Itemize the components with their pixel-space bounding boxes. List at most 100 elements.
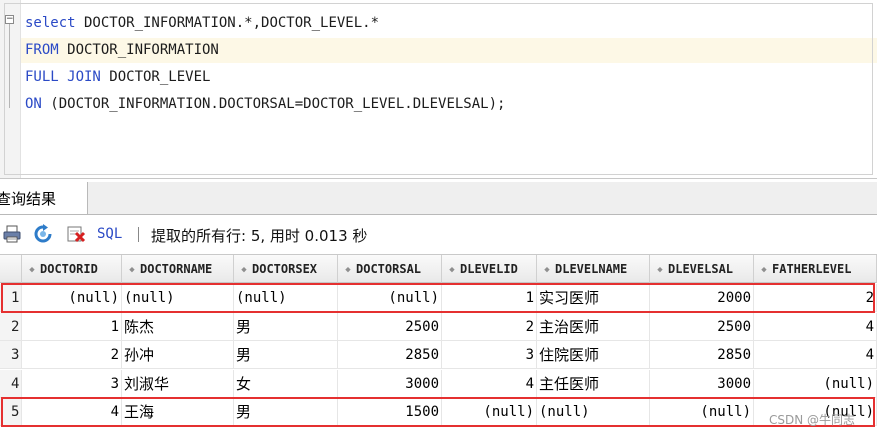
column-header-label: DOCTORSAL	[356, 262, 422, 276]
sort-icon[interactable]: ◆	[758, 256, 770, 282]
cell-doctorid[interactable]: (null)	[22, 284, 122, 312]
table-row[interactable]: 1 (null) (null) (null) (null) 1 实习医师 2000 2	[0, 284, 877, 312]
sql-editor[interactable]: − select DOCTOR_INFORMATION.*,DOCTOR_LEV…	[0, 0, 877, 179]
row-number[interactable]: 3	[0, 341, 22, 369]
code-line-4[interactable]: ON (DOCTOR_INFORMATION.DOCTORSAL=DOCTOR_…	[25, 92, 505, 116]
fetch-status-text: 提取的所有行: 5, 用时 0.013 秒	[151, 227, 368, 245]
sql-keyword: ON	[25, 96, 42, 112]
cell-doctorname[interactable]: 孙冲	[122, 341, 234, 369]
cell-dlevelname[interactable]: (null)	[537, 398, 650, 426]
column-header-label: DOCTORSEX	[252, 262, 318, 276]
cell-dlevelname[interactable]: 实习医师	[537, 284, 650, 312]
sort-icon[interactable]: ◆	[126, 256, 138, 282]
watermark: CSDN @牛同志	[768, 413, 855, 427]
cell-doctorid[interactable]: 2	[22, 341, 122, 369]
cell-doctorsex[interactable]: 男	[234, 341, 338, 369]
cell-dlevelname[interactable]: 主任医师	[537, 369, 650, 398]
row-number-header	[0, 255, 22, 283]
cell-dlevelid[interactable]: 3	[442, 341, 537, 369]
column-header-dlevelname[interactable]: ◆ DLEVELNAME	[537, 255, 650, 283]
column-header-dlevelsal[interactable]: ◆ DLEVELSAL	[650, 255, 754, 283]
column-header-fatherlevel[interactable]: ◆ FATHERLEVEL	[754, 255, 877, 283]
tab-query-results[interactable]: 查询结果	[0, 182, 88, 214]
column-header-label: DLEVELID	[460, 262, 518, 276]
cell-doctorsex[interactable]: 男	[234, 398, 338, 426]
row-number[interactable]: 2	[0, 312, 22, 341]
cell-doctorsex[interactable]: 男	[234, 312, 338, 341]
cell-fatherlevel[interactable]: 2	[754, 284, 877, 312]
table-row[interactable]: 3 2 孙冲男 2850 3 住院医师 2850 4	[0, 341, 877, 369]
sort-icon[interactable]: ◆	[342, 256, 354, 282]
table-row[interactable]: 4 3 刘淑华女 3000 4 主任医师 3000 (null)	[0, 369, 877, 398]
sql-keyword: select	[25, 15, 76, 31]
cell-doctorsal[interactable]: (null)	[338, 284, 442, 312]
cell-dlevelname[interactable]: 主治医师	[537, 312, 650, 341]
column-header-doctorid[interactable]: ◆ DOCTORID	[22, 255, 122, 283]
cell-fatherlevel[interactable]: (null)	[754, 369, 877, 398]
cell-dlevelsal[interactable]: 2500	[650, 312, 754, 341]
column-header-doctorsex[interactable]: ◆ DOCTORSEX	[234, 255, 338, 283]
cell-doctorname[interactable]: 刘淑华	[122, 369, 234, 398]
column-header-doctorname[interactable]: ◆ DOCTORNAME	[122, 255, 234, 283]
cell-doctorid[interactable]: 4	[22, 398, 122, 426]
toolbar-separator	[138, 227, 139, 242]
refresh-icon[interactable]	[33, 224, 53, 244]
cell-doctorid[interactable]: 1	[22, 312, 122, 341]
editor-gutter: −	[0, 0, 21, 178]
sql-button[interactable]: SQL	[97, 226, 122, 242]
result-tab-strip: 查询结果	[0, 182, 877, 215]
cell-dlevelid[interactable]: (null)	[442, 398, 537, 426]
cell-doctorname[interactable]: 陈杰	[122, 312, 234, 341]
table-row[interactable]: 5 4 王海男 1500 (null) (null) (null) (null)	[0, 398, 877, 426]
cell-doctorsex[interactable]: 女	[234, 369, 338, 398]
cell-doctorsal[interactable]: 2850	[338, 341, 442, 369]
column-header-label: FATHERLEVEL	[772, 262, 852, 276]
cell-dlevelid[interactable]: 2	[442, 312, 537, 341]
cell-doctorid[interactable]: 3	[22, 369, 122, 398]
results-toolbar: SQL 提取的所有行: 5, 用时 0.013 秒	[0, 215, 877, 253]
sort-icon[interactable]: ◆	[446, 256, 458, 282]
sql-text: (DOCTOR_INFORMATION.DOCTORSAL=DOCTOR_LEV…	[41, 96, 506, 112]
cell-fatherlevel[interactable]: 4	[754, 341, 877, 369]
code-line-3[interactable]: FULL JOIN DOCTOR_LEVEL	[25, 65, 210, 89]
column-header-doctorsal[interactable]: ◆ DOCTORSAL	[338, 255, 442, 283]
column-header-dlevelid[interactable]: ◆ DLEVELID	[442, 255, 537, 283]
column-header-label: DOCTORID	[40, 262, 98, 276]
cell-doctorsex[interactable]: (null)	[234, 284, 338, 312]
column-header-label: DOCTORNAME	[140, 262, 213, 276]
row-number[interactable]: 1	[0, 284, 22, 312]
fold-toggle-icon[interactable]: −	[5, 15, 14, 24]
code-line-2[interactable]: FROM DOCTOR_INFORMATION	[25, 38, 219, 62]
cell-doctorsal[interactable]: 2500	[338, 312, 442, 341]
cell-doctorname[interactable]: (null)	[122, 284, 234, 312]
grid-header-row: ◆ DOCTORID ◆ DOCTORNAME ◆ DOCTORSEX ◆ DOCTORSAL…	[0, 255, 877, 283]
sql-text: DOCTOR_INFORMATION	[58, 42, 219, 58]
sort-icon[interactable]: ◆	[26, 256, 38, 282]
delete-icon[interactable]	[66, 224, 86, 244]
column-header-label: DLEVELSAL	[668, 262, 734, 276]
column-header-label: DLEVELNAME	[555, 262, 628, 276]
cell-dlevelsal[interactable]: (null)	[650, 398, 754, 426]
results-grid[interactable]: ◆ DOCTORID ◆ DOCTORNAME ◆ DOCTORSEX ◆ DOCTORSAL…	[0, 254, 877, 438]
print-icon[interactable]	[2, 224, 22, 244]
cell-dlevelsal[interactable]: 2850	[650, 341, 754, 369]
cell-doctorname[interactable]: 王海	[122, 398, 234, 426]
sort-icon[interactable]: ◆	[654, 256, 666, 282]
cell-doctorsal[interactable]: 3000	[338, 369, 442, 398]
cell-dlevelsal[interactable]: 2000	[650, 284, 754, 312]
cell-fatherlevel[interactable]: 4	[754, 312, 877, 341]
cell-dlevelsal[interactable]: 3000	[650, 369, 754, 398]
table-row[interactable]: 2 1 陈杰男 2500 2 主治医师 2500 4	[0, 312, 877, 341]
sql-keyword: FULL JOIN	[25, 69, 101, 85]
sort-icon[interactable]: ◆	[238, 256, 250, 282]
code-line-1[interactable]: select DOCTOR_INFORMATION.*,DOCTOR_LEVEL…	[25, 11, 379, 35]
sql-keyword: FROM	[25, 42, 59, 58]
row-number[interactable]: 5	[0, 398, 22, 426]
sort-icon[interactable]: ◆	[541, 256, 553, 282]
cell-dlevelid[interactable]: 1	[442, 284, 537, 312]
cell-dlevelname[interactable]: 住院医师	[537, 341, 650, 369]
sql-text: DOCTOR_LEVEL	[100, 69, 211, 85]
row-number[interactable]: 4	[0, 369, 22, 398]
cell-dlevelid[interactable]: 4	[442, 369, 537, 398]
cell-doctorsal[interactable]: 1500	[338, 398, 442, 426]
